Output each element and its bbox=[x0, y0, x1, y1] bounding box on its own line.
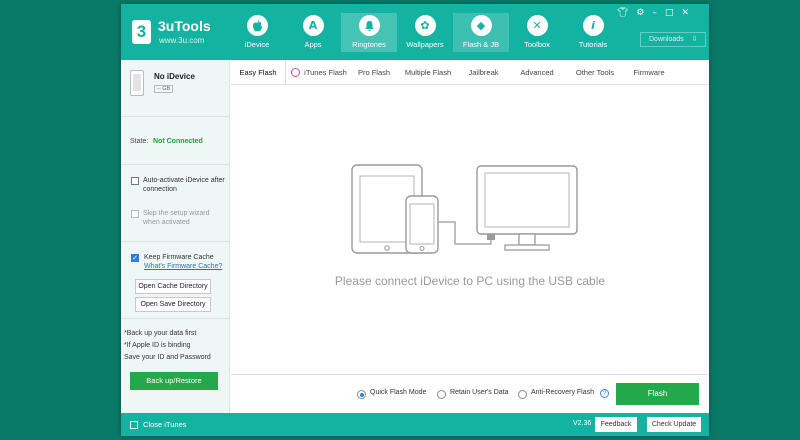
open-cache-directory-button[interactable]: Open Cache Directory bbox=[135, 279, 211, 294]
help-icon[interactable]: ? bbox=[600, 389, 609, 398]
activation-options: Auto-activate iDevice after connection S… bbox=[121, 165, 229, 242]
shirt-icon[interactable]: 👕︎ bbox=[617, 8, 628, 18]
downloads-button[interactable]: Downloads ⇩ bbox=[640, 32, 706, 47]
nav-apps[interactable]: A Apps bbox=[285, 13, 341, 52]
tab-pro-flash[interactable]: Pro Flash bbox=[352, 60, 396, 84]
nav-tutorials[interactable]: i Tutorials bbox=[565, 13, 621, 52]
tab-firmware[interactable]: Firmware bbox=[623, 60, 675, 84]
auto-activate-checkbox[interactable] bbox=[131, 177, 139, 185]
close-itunes-checkbox[interactable] bbox=[130, 421, 138, 429]
close-itunes-label: Close iTunes bbox=[143, 420, 187, 429]
state-value: Not Connected bbox=[153, 138, 203, 145]
nav-flash-jb-label: Flash & JB bbox=[462, 40, 500, 49]
nav-flash-jb[interactable]: ◆ Flash & JB bbox=[453, 13, 509, 52]
maximize-icon[interactable]: □ bbox=[665, 8, 674, 18]
note-line: *Back up your data first bbox=[124, 330, 197, 337]
flower-icon: ✿ bbox=[414, 15, 436, 36]
phone-icon bbox=[130, 70, 144, 96]
state-panel: State: Not Connected bbox=[121, 117, 229, 165]
minimize-icon[interactable]: – bbox=[652, 8, 657, 18]
nav-wallpapers[interactable]: ✿ Wallpapers bbox=[397, 13, 453, 52]
flash-button[interactable]: Flash bbox=[616, 383, 699, 405]
tab-advanced[interactable]: Advanced bbox=[507, 60, 567, 84]
connect-device-illustration bbox=[351, 164, 578, 254]
window-controls: 👕︎ ⚙ – □ ✕ bbox=[617, 8, 689, 18]
tab-multiple-flash[interactable]: Multiple Flash bbox=[396, 60, 460, 84]
flash-mode-bar: Quick Flash Mode Retain User's Data Anti… bbox=[231, 374, 709, 413]
tab-itunes-flash[interactable]: iTunes Flash bbox=[286, 60, 352, 84]
nav-toolbox-label: Toolbox bbox=[524, 40, 550, 49]
app-window: 3 3uTools www.3u.com iDevice A Apps Ring… bbox=[121, 4, 709, 436]
nav-idevice[interactable]: iDevice bbox=[229, 13, 285, 52]
app-url: www.3u.com bbox=[159, 36, 205, 45]
app-name: 3uTools bbox=[158, 18, 211, 34]
skip-setup-label: Skip the setup wizard when activated bbox=[143, 210, 210, 226]
apps-icon: A bbox=[302, 15, 324, 36]
retain-data-label: Retain User's Data bbox=[450, 389, 509, 396]
main-nav: iDevice A Apps Ringtones ✿ Wallpapers ◆ … bbox=[229, 13, 621, 60]
nav-ringtones-label: Ringtones bbox=[352, 40, 386, 49]
info-icon: i bbox=[582, 15, 604, 36]
dropbox-icon: ◆ bbox=[470, 15, 492, 36]
check-update-button[interactable]: Check Update bbox=[647, 417, 701, 432]
tools-icon: ✕ bbox=[526, 15, 548, 36]
easy-flash-panel: Please connect iDevice to PC using the U… bbox=[231, 86, 709, 374]
cache-options: ✓ Keep Firmware Cache What's Firmware Ca… bbox=[121, 242, 229, 319]
backup-restore-button[interactable]: Back up/Restore bbox=[130, 372, 218, 390]
nav-apps-label: Apps bbox=[304, 40, 322, 49]
tab-other-tools[interactable]: Other Tools bbox=[567, 60, 623, 84]
title-bar: 3 3uTools www.3u.com iDevice A Apps Ring… bbox=[121, 4, 709, 60]
quick-flash-label: Quick Flash Mode bbox=[370, 389, 427, 396]
note-line: *If Apple ID is binding bbox=[124, 342, 191, 349]
logo-icon: 3 bbox=[132, 20, 151, 44]
tab-jailbreak[interactable]: Jailbreak bbox=[460, 60, 507, 84]
feedback-button[interactable]: Feedback bbox=[595, 417, 637, 432]
tab-easy-flash[interactable]: Easy Flash bbox=[231, 60, 286, 84]
keep-cache-label: Keep Firmware Cache bbox=[144, 254, 214, 261]
keep-cache-checkbox[interactable]: ✓ bbox=[131, 254, 139, 262]
gear-icon[interactable]: ⚙ bbox=[636, 8, 644, 18]
skip-setup-checkbox[interactable] bbox=[131, 210, 139, 218]
anti-recovery-label: Anti-Recovery Flash bbox=[531, 389, 595, 396]
open-save-directory-button[interactable]: Open Save Directory bbox=[135, 297, 211, 312]
auto-activate-label: Auto-activate iDevice after connection bbox=[143, 177, 225, 193]
bell-icon bbox=[358, 15, 380, 36]
note-line: Save your ID and Password bbox=[124, 354, 211, 361]
flash-tabs: Easy Flash iTunes Flash Pro Flash Multip… bbox=[231, 60, 709, 85]
status-bar: Close iTunes V2.36 Feedback Check Update bbox=[121, 413, 709, 436]
tab-itunes-flash-label: iTunes Flash bbox=[304, 67, 347, 77]
device-panel: No iDevice -- GB bbox=[121, 60, 229, 117]
anti-recovery-radio[interactable] bbox=[518, 390, 527, 399]
connect-message: Please connect iDevice to PC using the U… bbox=[334, 274, 606, 288]
nav-ringtones[interactable]: Ringtones bbox=[341, 13, 397, 52]
downloads-label: Downloads bbox=[649, 36, 684, 43]
nav-idevice-label: iDevice bbox=[244, 40, 270, 49]
quick-flash-radio[interactable] bbox=[357, 390, 366, 399]
state-label: State: bbox=[130, 138, 149, 145]
retain-data-radio[interactable] bbox=[437, 390, 446, 399]
close-icon[interactable]: ✕ bbox=[681, 8, 689, 18]
backup-notes: *Back up your data first *If Apple ID is… bbox=[124, 328, 211, 364]
apple-icon bbox=[246, 15, 268, 36]
version-label: V2.36 bbox=[573, 420, 592, 427]
device-name: No iDevice bbox=[154, 72, 195, 81]
nav-tutorials-label: Tutorials bbox=[578, 40, 608, 49]
itunes-icon bbox=[291, 67, 301, 77]
device-capacity: -- GB bbox=[154, 85, 174, 93]
nav-wallpapers-label: Wallpapers bbox=[406, 40, 444, 49]
whats-cache-link[interactable]: What's Firmware Cache? bbox=[144, 263, 222, 270]
download-arrow-icon: ⇩ bbox=[691, 36, 698, 43]
sidebar: No iDevice -- GB State: Not Connected Au… bbox=[121, 60, 230, 413]
nav-toolbox[interactable]: ✕ Toolbox bbox=[509, 13, 565, 52]
